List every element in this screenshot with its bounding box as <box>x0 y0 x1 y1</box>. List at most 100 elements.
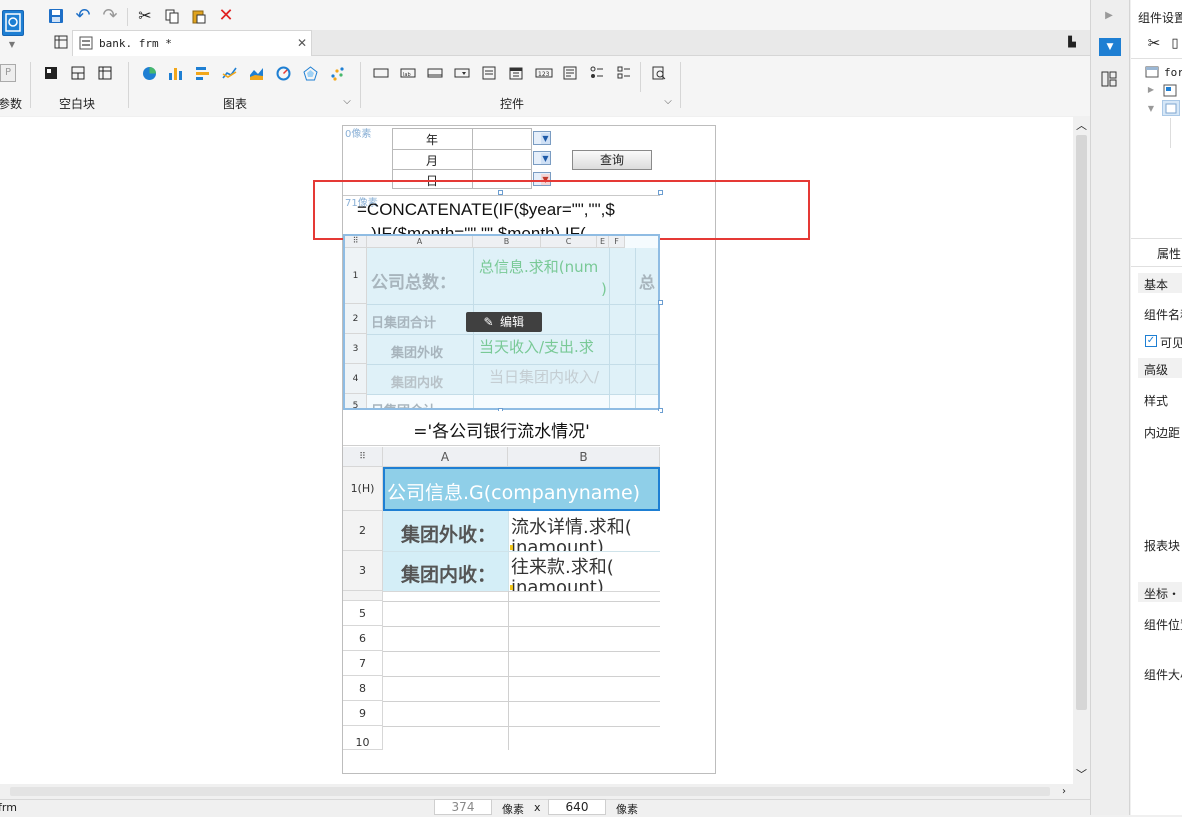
daily-group-total-label: 日集团合计 <box>371 316 437 331</box>
query-button[interactable]: 查询 <box>572 150 652 170</box>
dropdown-arrow-icon: ▼ <box>541 153 550 164</box>
copy-icon[interactable] <box>162 6 182 26</box>
tab-menu-icon[interactable]: ▙ <box>1064 36 1080 50</box>
chart-expand-icon[interactable]: ⌵ <box>341 96 353 108</box>
textarea-widget-icon[interactable] <box>561 64 579 82</box>
grid-view-icon[interactable] <box>52 33 70 51</box>
internal-income-formula: 当日集团内收入/ <box>489 368 600 386</box>
file-tab[interactable]: bank. frm * ✕ <box>72 30 312 56</box>
bar-chart-icon[interactable] <box>166 64 184 82</box>
designer-mode-button[interactable] <box>2 10 24 36</box>
width-value: 374 <box>451 800 475 814</box>
label-widget-icon[interactable] <box>372 64 390 82</box>
edit-button[interactable]: ✎ 编辑 <box>466 312 542 332</box>
panel-copy-icon[interactable]: ▯ <box>1168 34 1182 52</box>
absolute-layout-icon[interactable] <box>42 64 60 82</box>
body-node-icon <box>1162 100 1180 116</box>
scroll-up-icon[interactable]: ︿ <box>1075 119 1088 132</box>
button-widget-icon[interactable] <box>426 64 444 82</box>
times-label: x <box>534 801 541 814</box>
total-sum-formula: 总信息.求和(num <box>479 258 599 276</box>
external-income-formula-detail: 流水详情.求和( <box>511 517 632 538</box>
row-header-1: 1 <box>345 248 367 304</box>
radio-group-icon[interactable] <box>588 64 606 82</box>
tree-expand-icon[interactable]: ▶ <box>1146 84 1156 96</box>
pie-chart-icon[interactable] <box>140 64 158 82</box>
status-bar <box>0 799 1090 815</box>
detail-row-9: 9 <box>343 701 383 726</box>
scroll-thumb[interactable] <box>1076 135 1087 710</box>
widget-settings-tab[interactable]: ▼ <box>1099 38 1121 56</box>
param-year-label: 年 <box>425 133 438 147</box>
company-name-cell[interactable]: 公司信息.G(companyname) <box>383 467 660 511</box>
summary-block[interactable]: ⠿ A B C E F 1 2 3 4 5 公司总数： 总信息.求和(num )… <box>343 234 660 410</box>
external-income-label: 集团外收 <box>391 346 444 361</box>
collapse-panel-icon[interactable]: ▶ <box>1101 8 1117 24</box>
external-income-formula-cont: inamount) <box>511 537 604 551</box>
detail-row-6: 6 <box>343 626 383 651</box>
horizontal-bar-icon[interactable] <box>193 64 211 82</box>
search-widget-icon[interactable] <box>650 64 668 82</box>
tree-collapse-icon[interactable]: ▼ <box>1146 103 1156 115</box>
month-dropdown[interactable]: ▼ <box>533 151 551 165</box>
col-header-c: C <box>541 236 597 248</box>
area-chart-icon[interactable] <box>247 64 265 82</box>
chevron-down-icon[interactable]: ▼ <box>6 40 18 50</box>
text-widget-icon[interactable]: lab <box>399 64 417 82</box>
basic-section-label: 基本 <box>1144 278 1169 292</box>
param-node-icon <box>1162 83 1178 97</box>
detail-block[interactable]: ⠿ A B 1(H) 2 3 5 6 7 8 9 10 公司信息.G(compa… <box>343 447 660 750</box>
control-expand-icon[interactable]: ⌵ <box>662 96 674 108</box>
gauge-chart-icon[interactable] <box>274 64 292 82</box>
report-block-label: 报表块 <box>1144 539 1181 553</box>
col-header-e: E <box>597 236 609 248</box>
grid-layout-icon[interactable] <box>96 64 114 82</box>
undo-icon[interactable]: ↶ <box>73 6 93 26</box>
tree-form-label[interactable]: for <box>1164 66 1182 79</box>
combo-widget-icon[interactable] <box>453 64 471 82</box>
total-companies-label: 公司总数： <box>371 273 456 293</box>
date-widget-icon[interactable] <box>507 64 525 82</box>
col-header-a: A <box>367 236 473 248</box>
basic-section-header[interactable]: 基本 <box>1138 273 1182 293</box>
detail-row-5: 5 <box>343 601 383 626</box>
vertical-scrollbar[interactable]: ︿ ﹀ <box>1073 117 1090 784</box>
scroll-right-icon[interactable]: › <box>1058 785 1070 798</box>
detail-row-8: 8 <box>343 676 383 701</box>
detail-row-3: 3 <box>343 551 383 591</box>
hscroll-thumb[interactable] <box>10 787 1050 796</box>
form-file-icon <box>79 36 93 50</box>
scatter-chart-icon[interactable] <box>328 64 346 82</box>
redo-icon[interactable]: ↷ <box>100 6 120 26</box>
width-input[interactable]: 374 <box>434 799 492 815</box>
radar-chart-icon[interactable] <box>301 64 319 82</box>
scroll-down-icon[interactable]: ﹀ <box>1075 768 1088 781</box>
list-widget-icon[interactable] <box>480 64 498 82</box>
split-layout-icon[interactable] <box>69 64 87 82</box>
internal-income-label: 集团内收 <box>391 376 444 391</box>
delete-icon[interactable]: ✕ <box>216 6 236 26</box>
line-chart-icon[interactable] <box>220 64 238 82</box>
param-icon[interactable]: P <box>0 64 16 82</box>
attributes-tab[interactable]: 属性 <box>1157 245 1181 262</box>
coord-section-header[interactable]: 坐标・ <box>1138 582 1182 602</box>
year-dropdown[interactable]: ▼ <box>533 131 551 145</box>
detail-row-2: 2 <box>343 511 383 551</box>
visible-checkbox[interactable]: ✓ <box>1145 335 1157 347</box>
param-month-label: 月 <box>425 154 438 168</box>
component-position-label: 组件位置 <box>1144 618 1182 632</box>
title-block[interactable]: ='各公司银行流水情况' <box>343 411 660 446</box>
horizontal-scrollbar[interactable]: › <box>0 784 1073 799</box>
cut-icon[interactable]: ✂ <box>135 6 155 26</box>
layout-panel-icon[interactable] <box>1100 70 1118 88</box>
advanced-section-header[interactable]: 高级 <box>1138 358 1182 378</box>
height-input[interactable]: 640 <box>548 799 606 815</box>
panel-cut-icon[interactable]: ✂ <box>1145 34 1163 52</box>
checkbox-group-icon[interactable] <box>615 64 633 82</box>
paste-icon[interactable] <box>189 6 209 26</box>
close-tab-icon[interactable]: ✕ <box>295 36 309 50</box>
detail-col-a: A <box>383 447 508 467</box>
number-widget-icon[interactable]: 123 <box>534 64 554 82</box>
height-value: 640 <box>565 800 589 814</box>
save-icon[interactable] <box>46 6 66 26</box>
